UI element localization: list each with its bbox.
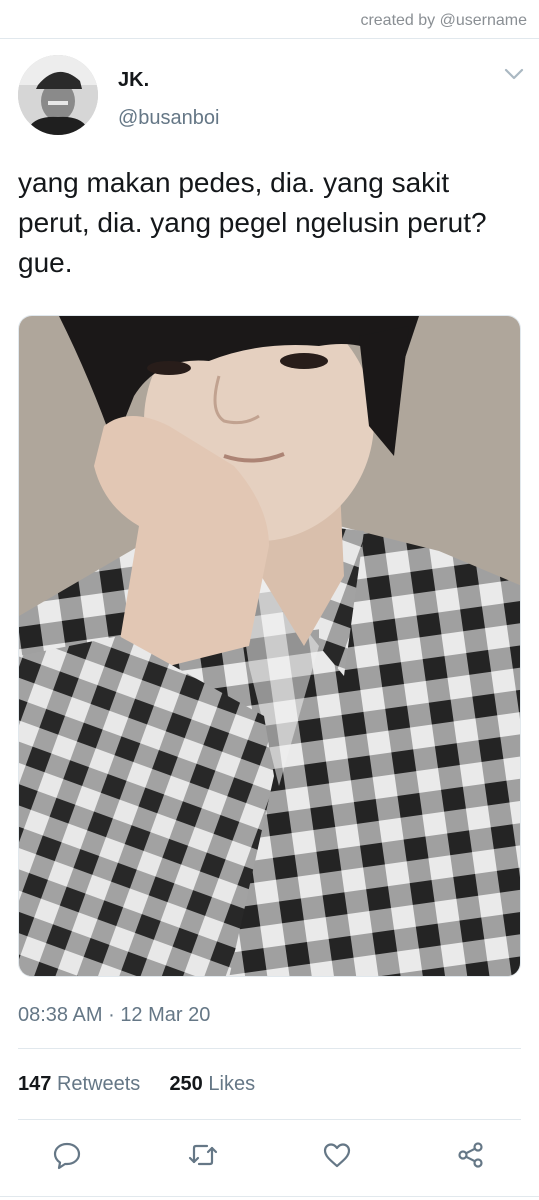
tweet-text: yang makan pedes, dia. yang sakit perut,… (18, 167, 487, 278)
retweets-label: Retweets (56, 1073, 141, 1095)
share-icon[interactable] (454, 1138, 488, 1172)
retweets-count: 147 (18, 1073, 52, 1095)
likes-label: Likes (208, 1073, 256, 1095)
likes-count: 250 (169, 1073, 203, 1095)
heart-icon[interactable] (320, 1138, 354, 1172)
retweets-stat[interactable]: 147 Retweets (18, 1073, 146, 1095)
tweet-time: 08:38 AM (18, 1004, 103, 1026)
avatar-photo (18, 55, 98, 135)
tweet-timestamp: 08:38 AM · 12 Mar 20 (18, 1004, 210, 1027)
top-divider (0, 38, 539, 39)
likes-stat[interactable]: 250 Likes (164, 1073, 255, 1095)
action-bar (0, 1138, 539, 1172)
bottom-divider (0, 1196, 539, 1197)
divider (18, 1119, 521, 1120)
tweet-stats: 147 Retweets 250 Likes (18, 1073, 255, 1096)
tweet-header: JK. @busanboi (18, 55, 528, 137)
photo-illustration (19, 316, 520, 976)
chevron-down-icon[interactable] (504, 67, 524, 81)
watermark-text: created by @username (360, 12, 527, 29)
reply-icon[interactable] (50, 1138, 84, 1172)
tweet-photo[interactable] (18, 315, 521, 977)
divider (18, 1048, 521, 1049)
display-name[interactable]: JK. (118, 69, 149, 92)
retweet-icon[interactable] (186, 1138, 220, 1172)
avatar[interactable] (18, 55, 98, 135)
user-handle[interactable]: @busanboi (118, 107, 219, 130)
tweet-date: 12 Mar 20 (120, 1004, 211, 1026)
timestamp-separator: · (108, 1004, 115, 1026)
